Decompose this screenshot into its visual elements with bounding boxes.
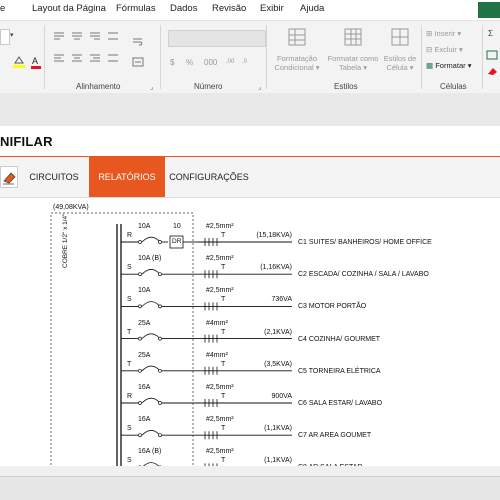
ribbon-tab-formulas[interactable]: Fórmulas (116, 3, 156, 14)
circuit-wiring (138, 462, 218, 466)
insert-icon: ⊞ (426, 29, 433, 38)
share-button[interactable] (478, 2, 500, 18)
font-color-icon[interactable]: A (30, 55, 42, 69)
chevron-down-icon[interactable]: ▾ (10, 31, 14, 39)
svg-text:A: A (32, 56, 38, 66)
sheet-gap (0, 93, 500, 126)
number-group-label: Número (194, 82, 223, 91)
tab-settings[interactable]: CONFIGURAÇÕES (166, 157, 252, 197)
ribbon-tab-review[interactable]: Revisão (212, 3, 246, 14)
cell-styles-label-2: Célula ▾ (386, 63, 414, 72)
ribbon-tab-bar: e Layout da Página Fórmulas Dados Revisã… (0, 0, 500, 20)
ribbon-tab-page-insert[interactable]: e (0, 3, 5, 14)
tab-reports[interactable]: RELATÓRIOS (89, 157, 165, 197)
ribbon-tab-page-layout[interactable]: Layout da Página (32, 3, 106, 14)
delete-icon: ⊟ (426, 45, 433, 54)
alignment-launcher-icon[interactable]: ⌟ (150, 83, 153, 91)
format-as-table-label-2: Tabela ▾ (339, 63, 367, 72)
conditional-formatting-button[interactable]: Formatação Condicional ▾ (272, 25, 322, 72)
circuit-phase: S (127, 457, 132, 465)
tab-circuits[interactable]: CIRCUITOS (20, 157, 88, 197)
cell-styles-button[interactable]: Estilos de Célula ▾ (382, 25, 418, 72)
sum-icon[interactable]: Σ (488, 29, 493, 38)
ribbon-tab-help[interactable]: Ajuda (300, 3, 324, 14)
number-format-icons[interactable]: $% 000 ,00 ,0 (170, 53, 260, 71)
svg-text:,0: ,0 (242, 59, 248, 65)
scroll-track[interactable] (0, 466, 500, 477)
circuit-ground-label: T (221, 457, 226, 465)
svg-text:%: % (186, 58, 193, 67)
delete-cells-button[interactable]: ⊟ Excluir ▾ (426, 45, 463, 54)
fill-color-icon[interactable] (12, 55, 25, 68)
horizontal-scrollbar[interactable] (0, 466, 500, 500)
circuit-cable-size: #2,5mm² (206, 448, 234, 456)
conditional-formatting-label-2: Condicional ▾ (274, 63, 320, 72)
format-cells-button[interactable]: ▦ Formatar ▾ (426, 61, 471, 70)
page-title: NIFILAR (0, 134, 53, 149)
svg-text:,00: ,00 (226, 59, 235, 65)
merge-center-icon[interactable] (132, 55, 144, 67)
circuit-breaker-rating: 16A (B) (138, 448, 162, 456)
insert-cells-button[interactable]: ⊞ Inserir ▾ (426, 29, 461, 38)
wrap-text-icon[interactable] (132, 35, 144, 47)
single-line-diagram: (49,08KVA) COBRE 1/2" x 1/4" R 10A #2,5mm²… (0, 198, 500, 466)
nav-bar: CIRCUITOS RELATÓRIOS CONFIGURAÇÕES (0, 157, 500, 198)
cells-group-label: Células (440, 82, 467, 91)
number-format-select[interactable] (168, 30, 266, 47)
fill-icon[interactable] (486, 47, 500, 60)
format-icon: ▦ (426, 61, 434, 70)
conditional-formatting-label: Formatação (276, 54, 318, 63)
clear-icon[interactable] (486, 63, 500, 75)
align-top-icon[interactable] (52, 29, 120, 78)
ribbon-tab-view[interactable]: Exibir (260, 3, 284, 14)
ribbon: ▾ A Alinhamento ⌟ $ % 000 ,00 ,0 Número … (0, 20, 500, 94)
alignment-group-label: Alinhamento (76, 82, 121, 91)
format-as-table-button[interactable]: Formatar como Tabela ▾ (326, 25, 380, 72)
number-launcher-icon[interactable]: ⌟ (258, 83, 261, 91)
ribbon-tab-data[interactable]: Dados (170, 3, 197, 14)
styles-group-label: Estilos (334, 82, 358, 91)
cell-styles-label: Estilos de (383, 54, 417, 63)
svg-text:000: 000 (204, 58, 218, 67)
format-as-table-label: Formatar como (327, 54, 379, 63)
title-bar: NIFILAR (0, 126, 500, 158)
font-size-box[interactable] (0, 29, 10, 45)
svg-text:$: $ (170, 58, 175, 67)
circuit-load: (1,1KVA) (264, 457, 292, 465)
eraser-button[interactable] (0, 166, 18, 188)
